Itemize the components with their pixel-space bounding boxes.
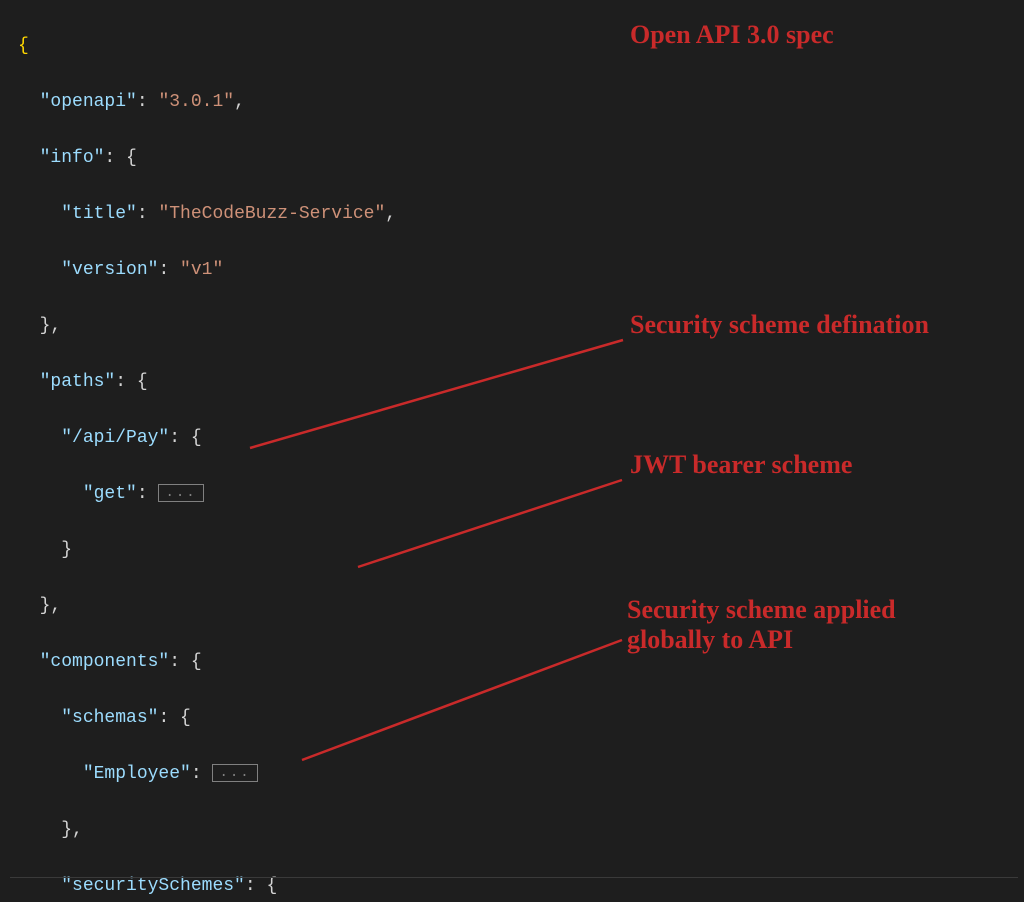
fold-indicator[interactable]: ... bbox=[158, 484, 203, 502]
key-info: "info" bbox=[40, 148, 105, 168]
key-title: "title" bbox=[61, 204, 137, 224]
val-title: "TheCodeBuzz-Service" bbox=[158, 204, 385, 224]
key-securityschemes: "securitySchemes" bbox=[61, 876, 245, 896]
code-editor[interactable]: { "openapi": "3.0.1", "info": { "title":… bbox=[0, 0, 1024, 902]
key-paths: "paths" bbox=[40, 372, 116, 392]
key-api-pay: "/api/Pay" bbox=[61, 428, 169, 448]
val-openapi: "3.0.1" bbox=[158, 92, 234, 112]
key-employee: "Employee" bbox=[83, 764, 191, 784]
key-openapi: "openapi" bbox=[40, 92, 137, 112]
divider bbox=[10, 877, 1018, 878]
fold-indicator[interactable]: ... bbox=[212, 764, 257, 782]
key-get: "get" bbox=[83, 484, 137, 504]
key-components: "components" bbox=[40, 652, 170, 672]
code-block: { "openapi": "3.0.1", "info": { "title":… bbox=[8, 4, 1024, 902]
gutter bbox=[0, 0, 8, 902]
key-version: "version" bbox=[61, 260, 158, 280]
key-schemas: "schemas" bbox=[61, 708, 158, 728]
val-version: "v1" bbox=[180, 260, 223, 280]
